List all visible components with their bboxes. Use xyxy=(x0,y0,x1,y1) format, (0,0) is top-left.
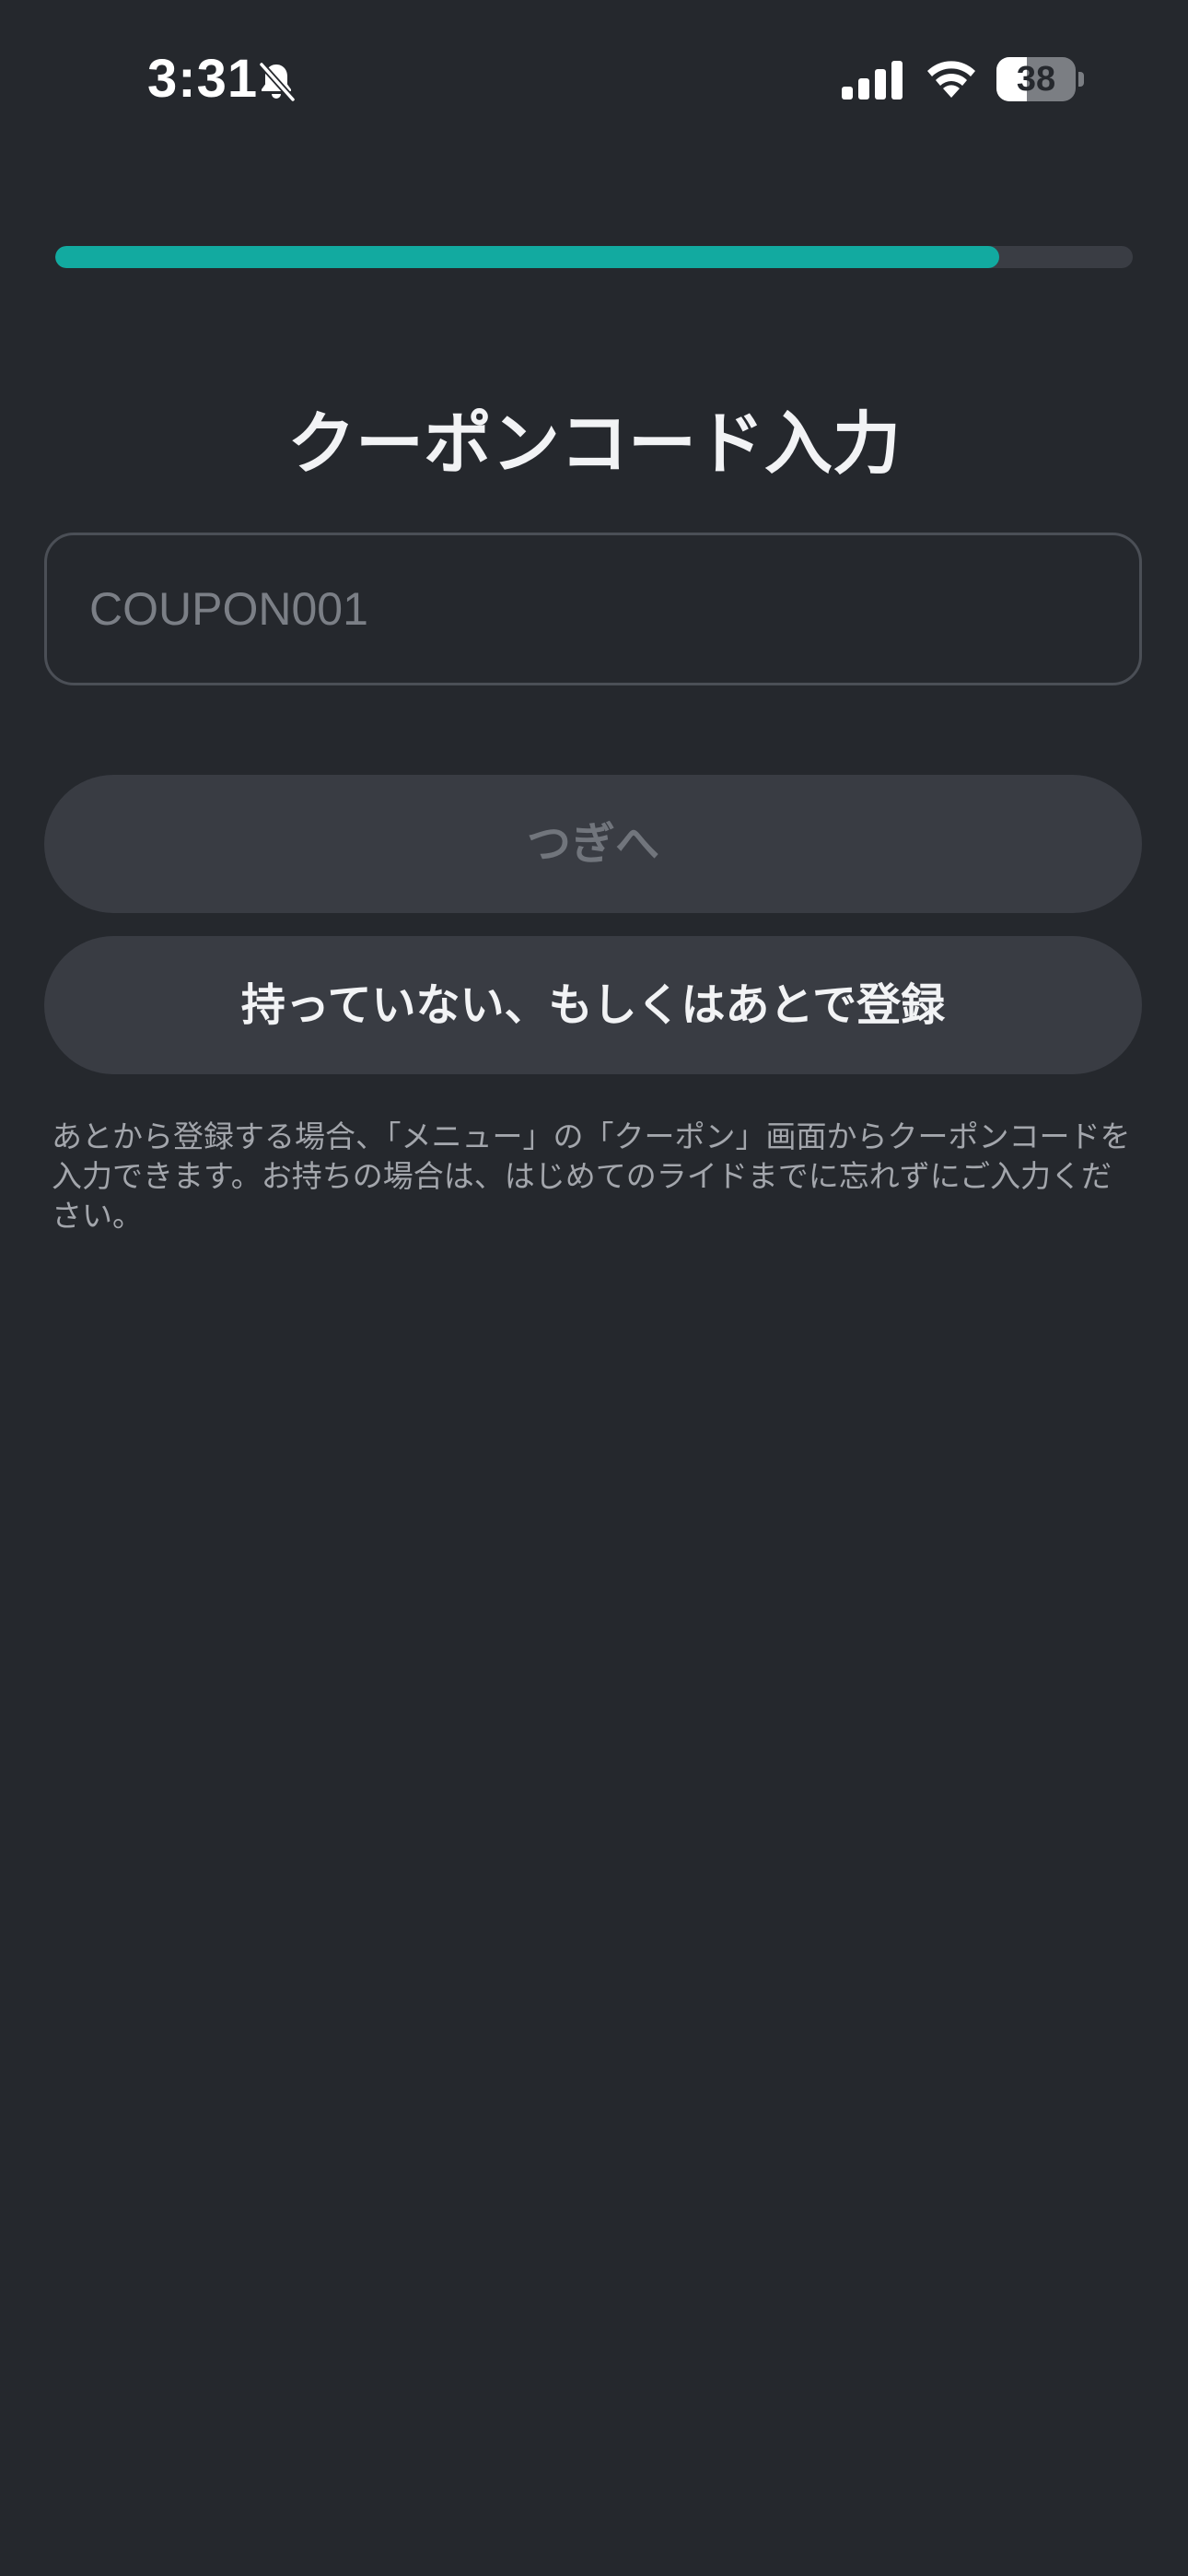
status-time: 3:31 xyxy=(147,49,259,109)
progress-bar xyxy=(55,246,1133,268)
help-note: あとから登録する場合、「メニュー」の「クーポン」画面からクーポンコードを入力でき… xyxy=(52,1118,1131,1234)
skip-register-later-button[interactable]: 持っていない、もしくはあとで登録 xyxy=(44,936,1142,1074)
battery-body: 38 xyxy=(996,57,1076,101)
battery-cap xyxy=(1078,72,1084,87)
progress-bar-fill xyxy=(55,246,999,268)
page-title: クーポンコード入力 xyxy=(287,404,901,484)
status-bar: 3:31 38 xyxy=(0,0,1188,161)
battery-icon: 38 xyxy=(996,57,1084,101)
next-button[interactable]: つぎへ xyxy=(44,775,1142,913)
battery-percent: 38 xyxy=(1016,60,1056,99)
cellular-signal-icon xyxy=(842,61,903,100)
bell-slash-icon xyxy=(258,61,297,103)
coupon-code-input[interactable] xyxy=(44,533,1142,685)
wifi-icon xyxy=(927,61,975,98)
